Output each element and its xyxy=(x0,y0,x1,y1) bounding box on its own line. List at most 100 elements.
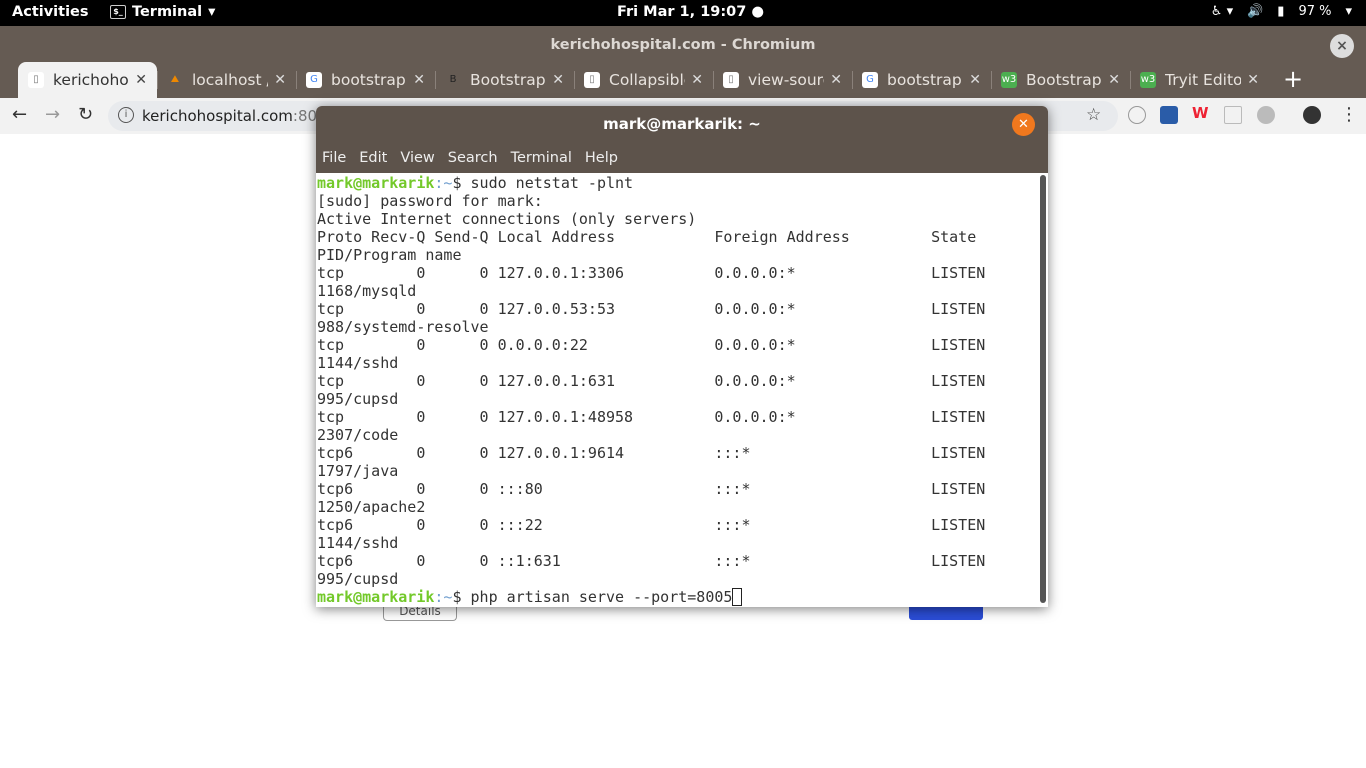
menu-item-search[interactable]: Search xyxy=(448,150,504,166)
window-close-button[interactable]: × xyxy=(1330,34,1354,58)
react-devtools-icon[interactable] xyxy=(1224,106,1242,124)
menu-icon[interactable]: ⋮ xyxy=(1340,104,1358,125)
prompt-user: mark@markarik xyxy=(317,588,435,606)
output-line: 1144/sshd xyxy=(317,534,399,552)
volume-icon: 🔊 xyxy=(1247,4,1264,19)
tab[interactable]: ▯ Collapsible ✕ xyxy=(574,62,713,98)
prompt-sign: $ xyxy=(452,174,471,192)
url-host: kerichohospital.com xyxy=(142,107,293,125)
command: sudo netstat -plnt xyxy=(470,174,634,192)
menu-item-help[interactable]: Help xyxy=(585,150,624,166)
extension-w-icon[interactable]: W xyxy=(1192,104,1210,122)
output-line: Active Internet connections (only server… xyxy=(317,210,697,228)
output-line: 1144/sshd xyxy=(317,354,399,372)
output-line: [sudo] password for mark: xyxy=(317,192,543,210)
close-icon[interactable]: ✕ xyxy=(1012,113,1035,136)
tab-label: Collapsible xyxy=(609,71,686,89)
tab-close-icon[interactable]: ✕ xyxy=(413,72,425,88)
battery-level: 97 % xyxy=(1298,4,1332,19)
window-title: kerichohospital.com - Chromium xyxy=(550,37,816,53)
tab-label: bootstrap xyxy=(887,71,962,89)
activities-button[interactable]: Activities xyxy=(12,4,89,20)
info-icon[interactable]: i xyxy=(118,107,134,123)
output-line: tcp6 0 0 :::22 :::* LISTEN xyxy=(317,516,986,534)
tab-close-icon[interactable]: ✕ xyxy=(1108,72,1120,88)
output-line: tcp6 0 0 127.0.0.1:9614 :::* LISTEN xyxy=(317,444,986,462)
chevron-down-icon: ▾ xyxy=(1345,4,1352,19)
profile-icon[interactable] xyxy=(1303,106,1321,124)
output-line: 995/cupsd xyxy=(317,570,399,588)
menu-item-view[interactable]: View xyxy=(400,150,440,166)
tab[interactable]: ⛰ localhost / ✕ xyxy=(157,62,296,98)
prompt-line: mark@markarik:~$ php artisan serve --por… xyxy=(317,588,1040,606)
tab-label: view-source xyxy=(748,71,824,89)
google-icon: G xyxy=(306,72,322,88)
menu-item-file[interactable]: File xyxy=(322,150,352,166)
output-line: tcp6 0 0 ::1:631 :::* LISTEN xyxy=(317,552,986,570)
output-line: 1250/apache2 xyxy=(317,498,426,516)
tab-close-icon[interactable]: ✕ xyxy=(830,72,842,88)
tab-close-icon[interactable]: ✕ xyxy=(1247,72,1259,88)
extension-icon[interactable] xyxy=(1128,106,1146,124)
tab-label: localhost / xyxy=(192,71,269,89)
prompt-line: mark@markarik:~$ sudo netstat -plnt xyxy=(317,174,1040,192)
page-icon: ▯ xyxy=(584,72,600,88)
output-line: 988/systemd-resolve xyxy=(317,318,489,336)
output-line: 995/cupsd xyxy=(317,390,399,408)
scrollbar[interactable] xyxy=(1040,175,1046,603)
tab-label: Bootstrap xyxy=(470,71,546,89)
tab-label: bootstrap xyxy=(331,71,406,89)
phpmyadmin-icon: ⛰ xyxy=(170,74,180,85)
app-menu[interactable]: $_ Terminal ▾ xyxy=(110,4,215,20)
tab[interactable]: Gbootstrap ✕ xyxy=(852,62,991,98)
tab[interactable]: w3 Bootstrap ✕ xyxy=(991,62,1130,98)
fingerprint-icon[interactable] xyxy=(1257,106,1275,124)
prompt-path: :~ xyxy=(434,174,453,192)
w3schools-icon: w3 xyxy=(1001,72,1017,88)
output-line: tcp 0 0 127.0.0.1:3306 0.0.0.0:* LISTEN xyxy=(317,264,986,282)
page-icon: ▯ xyxy=(28,72,44,88)
google-icon: G xyxy=(862,72,878,88)
output-line: tcp 0 0 127.0.0.1:48958 0.0.0.0:* LISTEN xyxy=(317,408,986,426)
extension-icon[interactable] xyxy=(1160,106,1178,124)
tab-close-icon[interactable]: ✕ xyxy=(274,72,286,88)
bootstrap-icon: B xyxy=(449,74,457,85)
output-line: tcp 0 0 127.0.0.53:53 0.0.0.0:* LISTEN xyxy=(317,300,986,318)
reload-button[interactable]: ↻ xyxy=(78,104,93,125)
menu-item-terminal[interactable]: Terminal xyxy=(511,150,578,166)
accessibility-icon[interactable]: ♿ ▾ xyxy=(1211,4,1233,19)
tab[interactable]: w3 Tryit Editor ✕ xyxy=(1130,62,1269,98)
forward-button[interactable]: → xyxy=(45,104,60,125)
terminal-titlebar[interactable]: mark@markarik: ~ ✕ xyxy=(316,106,1048,142)
clock[interactable]: Fri Mar 1, 19:07 ● xyxy=(617,4,764,20)
tab[interactable]: ▯ view-source ✕ xyxy=(713,62,852,98)
tab[interactable]: Gbootstrap ✕ xyxy=(296,62,435,98)
tab-close-icon[interactable]: ✕ xyxy=(552,72,564,88)
tab[interactable]: B Bootstrap ✕ xyxy=(435,62,574,98)
battery-icon: ▮ xyxy=(1277,4,1285,19)
output-line: 1168/mysqld xyxy=(317,282,417,300)
tab-label: Tryit Editor xyxy=(1165,71,1242,89)
tab-close-icon[interactable]: ✕ xyxy=(969,72,981,88)
output-line: Proto Recv-Q Send-Q Local Address Foreig… xyxy=(317,228,977,246)
prompt-sign: $ xyxy=(452,588,471,606)
system-tray[interactable]: ♿ ▾ 🔊 ▮ 97 % ▾ xyxy=(1211,4,1352,19)
w3schools-icon: w3 xyxy=(1140,72,1156,88)
output-line: tcp 0 0 0.0.0.0:22 0.0.0.0:* LISTEN xyxy=(317,336,986,354)
tab-label: Bootstrap xyxy=(1026,71,1102,89)
tab-close-icon[interactable]: ✕ xyxy=(135,72,147,88)
terminal-menubar: File Edit View Search Terminal Help xyxy=(316,142,1048,173)
bookmark-star-icon[interactable]: ☆ xyxy=(1086,105,1101,125)
cursor xyxy=(732,588,743,606)
terminal-output[interactable]: mark@markarik:~$ sudo netstat -plnt [sudo… xyxy=(316,173,1040,607)
menu-item-edit[interactable]: Edit xyxy=(359,150,393,166)
back-button[interactable]: ← xyxy=(12,104,27,125)
tab-strip: ▯kerichohospital✕⛰localhost / ✕Gbootstra… xyxy=(18,62,1317,98)
new-tab-button[interactable]: + xyxy=(1269,62,1317,98)
tab-close-icon[interactable]: ✕ xyxy=(691,72,703,88)
chevron-down-icon: ▾ xyxy=(208,4,216,20)
terminal-icon: $_ xyxy=(110,5,126,19)
output-line: PID/Program name xyxy=(317,246,462,264)
output-line: tcp 0 0 127.0.0.1:631 0.0.0.0:* LISTEN xyxy=(317,372,986,390)
tab[interactable]: ▯ kerichohospital ✕ xyxy=(18,62,157,98)
